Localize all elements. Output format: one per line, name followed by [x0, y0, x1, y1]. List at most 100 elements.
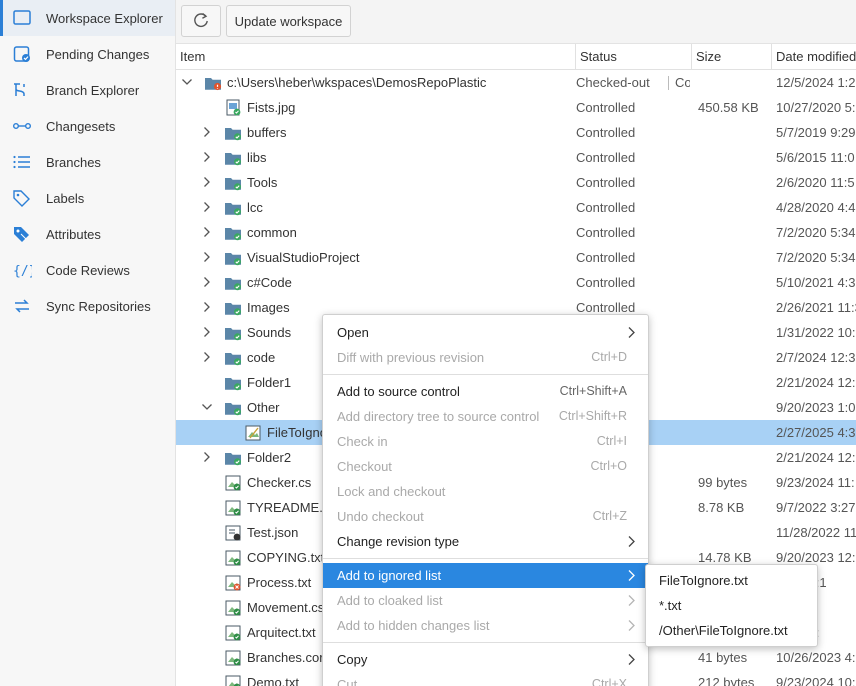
- item-date-modified: 2/21/2024 12:: [776, 450, 856, 465]
- item-date-modified: 5/7/2019 9:29: [776, 125, 856, 140]
- item-date-modified: 9/23/2024 10:: [776, 675, 856, 686]
- item-status: Controlled: [576, 250, 636, 265]
- item-size: 8.78 KB: [698, 500, 745, 515]
- file-changed-icon: [224, 599, 242, 616]
- item-date-modified: 9/7/2022 3:27: [776, 500, 856, 515]
- sidebar-item-attributes[interactable]: Attributes: [0, 216, 175, 252]
- menu-separator: [323, 374, 648, 375]
- sidebar-item-pending-changes[interactable]: Pending Changes: [0, 36, 175, 72]
- menu-item-open[interactable]: Open: [323, 320, 648, 345]
- chevron-right-icon[interactable]: [200, 275, 214, 289]
- table-row[interactable]: lcc Controlled 4/28/2020 4:4: [176, 195, 856, 220]
- table-row[interactable]: VisualStudioProject Controlled 7/2/2020 5:…: [176, 245, 856, 270]
- menu-item-undo-checkout[interactable]: Undo checkout Ctrl+Z: [323, 504, 648, 529]
- chevron-right-icon[interactable]: [200, 225, 214, 239]
- sidebar-item-changesets[interactable]: Changesets: [0, 108, 175, 144]
- sidebar-item-branch-explorer[interactable]: Branch Explorer: [0, 72, 175, 108]
- chevron-right-icon[interactable]: [200, 200, 214, 214]
- item-date-modified: 9/20/2023 1:0: [776, 400, 856, 415]
- menu-item-change-revision-type[interactable]: Change revision type: [323, 529, 648, 554]
- table-row[interactable]: c:\Users\heber\wkspaces\DemosRepoPlastic…: [176, 70, 856, 95]
- chevron-right-icon[interactable]: [200, 450, 214, 464]
- table-row[interactable]: common Controlled 7/2/2020 5:34: [176, 220, 856, 245]
- item-date-modified: 5/6/2015 11:0: [776, 150, 855, 165]
- menu-item-add-to-ignored-list[interactable]: Add to ignored list: [323, 563, 648, 588]
- table-header: Item Status Size Date modified: [176, 44, 856, 70]
- chevron-right-icon[interactable]: [200, 125, 214, 139]
- column-date-modified[interactable]: Date modified: [772, 44, 856, 70]
- menu-item-check-in[interactable]: Check in Ctrl+I: [323, 429, 648, 454]
- item-size: 99 bytes: [698, 475, 748, 490]
- file-changed-icon: [224, 624, 242, 641]
- menu-item-checkout[interactable]: Checkout Ctrl+O: [323, 454, 648, 479]
- menu-item-add-to-source-control[interactable]: Add to source control Ctrl+Shift+A: [323, 379, 648, 404]
- column-item[interactable]: Item: [176, 44, 576, 70]
- chevron-down-icon[interactable]: [180, 75, 194, 89]
- item-status-secondary: Con: [668, 76, 690, 90]
- folder-controlled-icon: [224, 374, 242, 391]
- monitor-icon: [12, 9, 32, 27]
- item-size: [698, 320, 772, 345]
- submenu-arrow-icon: [627, 619, 636, 632]
- item-status: Controlled: [576, 125, 636, 140]
- sidebar-item-code-reviews[interactable]: {/} Code Reviews: [0, 252, 175, 288]
- folder-controlled-icon: [224, 149, 242, 166]
- sidebar-item-label: Workspace Explorer: [46, 11, 163, 26]
- label-icon: [12, 189, 32, 207]
- chevron-down-icon[interactable]: [200, 400, 214, 414]
- menu-item-add-to-cloaked-list[interactable]: Add to cloaked list: [323, 588, 648, 613]
- table-row[interactable]: c#Code Controlled 5/10/2021 4:3: [176, 270, 856, 295]
- column-size[interactable]: Size: [692, 44, 772, 70]
- folder-controlled-icon: [224, 224, 242, 241]
- item-status: Controlled: [576, 175, 636, 190]
- table-row[interactable]: Tools Controlled 2/6/2020 11:5: [176, 170, 856, 195]
- svg-text:{/}: {/}: [13, 264, 32, 279]
- table-row[interactable]: Fists.jpg Controlled 450.58 KB 10/27/2020 5…: [176, 95, 856, 120]
- column-status[interactable]: Status: [576, 44, 692, 70]
- chevron-right-icon[interactable]: [200, 150, 214, 164]
- submenu-item[interactable]: FileToIgnore.txt: [646, 568, 817, 593]
- menu-separator: [323, 642, 648, 643]
- folder-controlled-icon: [224, 249, 242, 266]
- item-size: [698, 195, 772, 220]
- menu-item-cut[interactable]: Cut Ctrl+X: [323, 672, 648, 686]
- chevron-right-icon[interactable]: [200, 250, 214, 264]
- folder-controlled-icon: [224, 199, 242, 216]
- chevron-right-icon[interactable]: [200, 300, 214, 314]
- file-changed-icon: [224, 674, 242, 686]
- item-date-modified: 7/2/2020 5:34: [776, 250, 856, 265]
- menu-item-diff-with-previous-revision[interactable]: Diff with previous revision Ctrl+D: [323, 345, 648, 370]
- menu-item-lock-and-checkout[interactable]: Lock and checkout: [323, 479, 648, 504]
- menu-item-copy[interactable]: Copy: [323, 647, 648, 672]
- item-size: [698, 245, 772, 270]
- sidebar-item-labels[interactable]: Labels: [0, 180, 175, 216]
- item-status: Controlled: [576, 225, 636, 240]
- chevron-right-icon[interactable]: [200, 325, 214, 339]
- sidebar-item-sync-repositories[interactable]: Sync Repositories: [0, 288, 175, 324]
- chevron-right-icon[interactable]: [200, 350, 214, 364]
- item-date-modified: 2/7/2024 12:3: [776, 350, 856, 365]
- item-name: libs: [247, 150, 267, 165]
- sidebar-item-branches[interactable]: Branches: [0, 144, 175, 180]
- item-date-modified: 10/26/2023 4:: [776, 650, 856, 665]
- menu-item-label: Open: [337, 325, 369, 340]
- menu-item-add-to-hidden-changes-list[interactable]: Add to hidden changes list: [323, 613, 648, 638]
- sidebar-item-workspace-explorer[interactable]: Workspace Explorer: [0, 0, 175, 36]
- menu-item-add-directory-tree-to-source-control[interactable]: Add directory tree to source control Ctrl…: [323, 404, 648, 429]
- folder-controlled-icon: [224, 124, 242, 141]
- table-row[interactable]: libs Controlled 5/6/2015 11:0: [176, 145, 856, 170]
- submenu-item[interactable]: *.txt: [646, 593, 817, 618]
- update-workspace-button[interactable]: Update workspace: [226, 5, 351, 37]
- menu-item-label: Cut: [337, 677, 358, 686]
- sidebar-item-label: Attributes: [46, 227, 101, 242]
- table-row[interactable]: buffers Controlled 5/7/2019 9:29: [176, 120, 856, 145]
- submenu-item[interactable]: /Other\FileToIgnore.txt: [646, 618, 817, 643]
- item-date-modified: 5/10/2021 4:3: [776, 275, 856, 290]
- refresh-button[interactable]: [181, 5, 221, 37]
- chevron-right-icon[interactable]: [200, 175, 214, 189]
- folder-controlled-icon: [224, 324, 242, 341]
- file-moved-icon: [224, 524, 242, 541]
- menu-item-label: Checkout: [337, 459, 392, 474]
- menu-item-shortcut: Ctrl+Z: [592, 509, 627, 523]
- submenu-arrow-icon: [627, 326, 636, 339]
